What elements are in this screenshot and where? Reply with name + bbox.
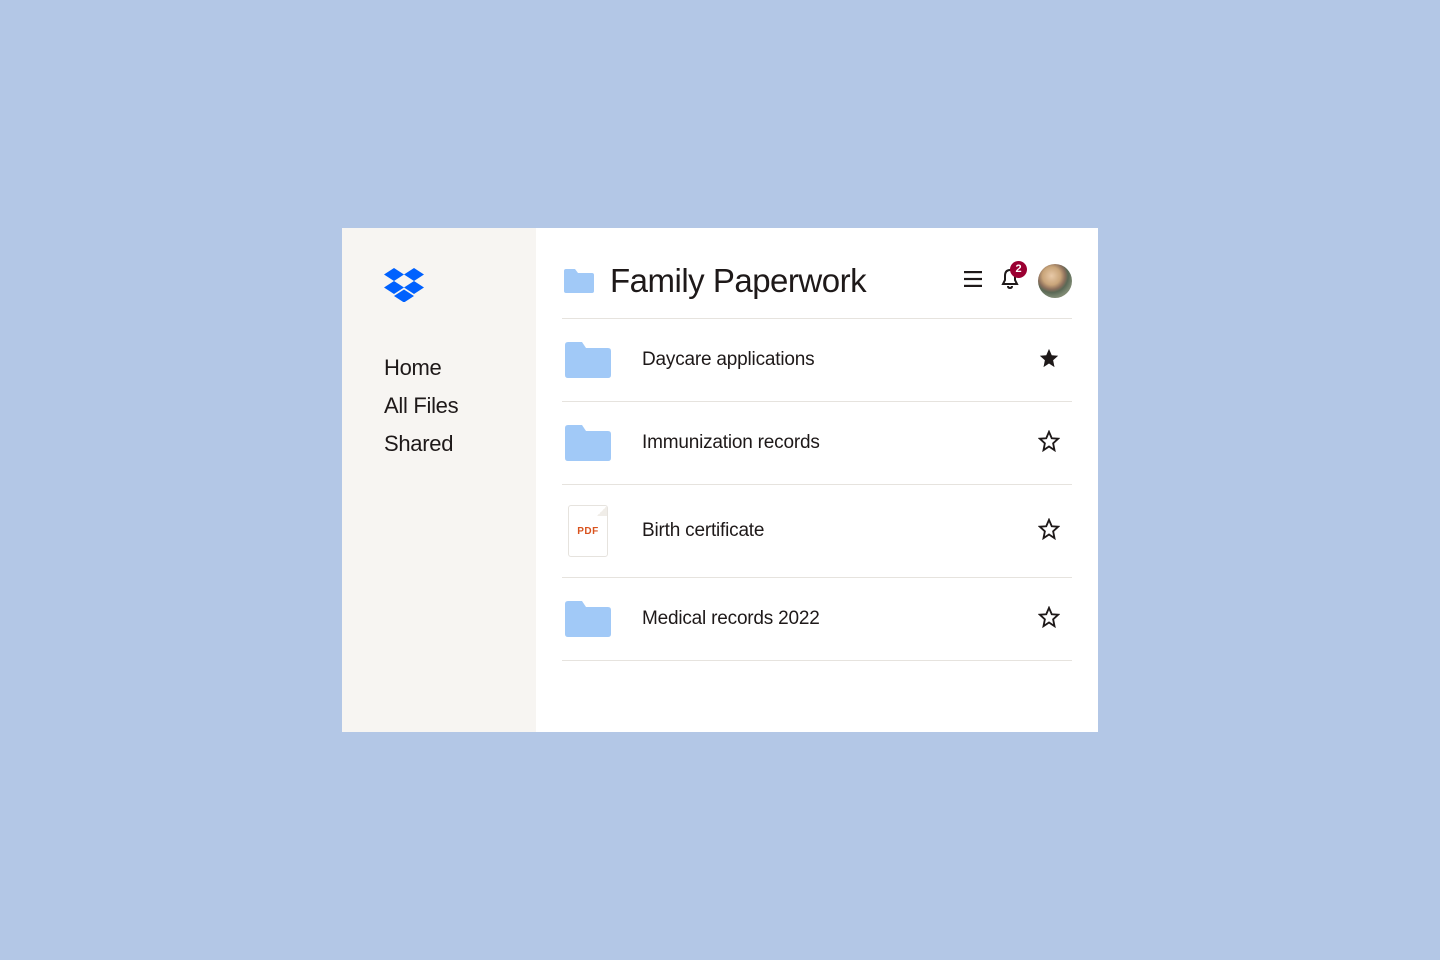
main-content: Family Paperwork 2	[536, 228, 1098, 732]
sidebar-item-shared[interactable]: Shared	[384, 431, 536, 457]
star-outline-icon	[1038, 430, 1060, 452]
notifications-button[interactable]: 2	[1000, 268, 1020, 295]
page-title: Family Paperwork	[610, 262, 950, 300]
header-actions: 2	[964, 264, 1072, 298]
star-filled-icon	[1038, 347, 1060, 369]
sidebar-item-all-files[interactable]: All Files	[384, 393, 536, 419]
folder-icon	[562, 339, 614, 381]
dropbox-icon	[384, 268, 424, 302]
star-button[interactable]	[1034, 426, 1064, 461]
star-button[interactable]	[1034, 602, 1064, 637]
header: Family Paperwork 2	[562, 262, 1072, 300]
dropbox-logo[interactable]	[384, 268, 536, 307]
file-name: Daycare applications	[642, 349, 1006, 371]
hamburger-icon	[964, 271, 982, 287]
file-list: Daycare applications Immunization record…	[562, 318, 1072, 661]
star-outline-icon	[1038, 606, 1060, 628]
file-name: Medical records 2022	[642, 608, 1006, 630]
pdf-label: PDF	[577, 526, 599, 537]
sidebar-item-home[interactable]: Home	[384, 355, 536, 381]
folder-icon	[562, 598, 614, 640]
menu-button[interactable]	[964, 271, 982, 292]
file-name: Birth certificate	[642, 520, 1006, 542]
folder-icon	[562, 422, 614, 464]
avatar[interactable]	[1038, 264, 1072, 298]
file-icon-wrap	[562, 598, 614, 640]
file-icon-wrap: PDF	[562, 505, 614, 557]
star-button[interactable]	[1034, 343, 1064, 378]
star-outline-icon	[1038, 518, 1060, 540]
star-button[interactable]	[1034, 514, 1064, 549]
file-row[interactable]: Immunization records	[562, 402, 1072, 485]
file-icon-wrap	[562, 422, 614, 464]
app-window: Home All Files Shared Family Paperwork	[342, 228, 1098, 732]
file-icon-wrap	[562, 339, 614, 381]
file-row[interactable]: Medical records 2022	[562, 578, 1072, 661]
file-row[interactable]: Daycare applications	[562, 319, 1072, 402]
notification-badge: 2	[1010, 261, 1027, 278]
pdf-icon: PDF	[568, 505, 608, 557]
file-name: Immunization records	[642, 432, 1006, 454]
folder-icon	[562, 267, 596, 295]
file-row[interactable]: PDF Birth certificate	[562, 485, 1072, 578]
sidebar: Home All Files Shared	[342, 228, 536, 732]
